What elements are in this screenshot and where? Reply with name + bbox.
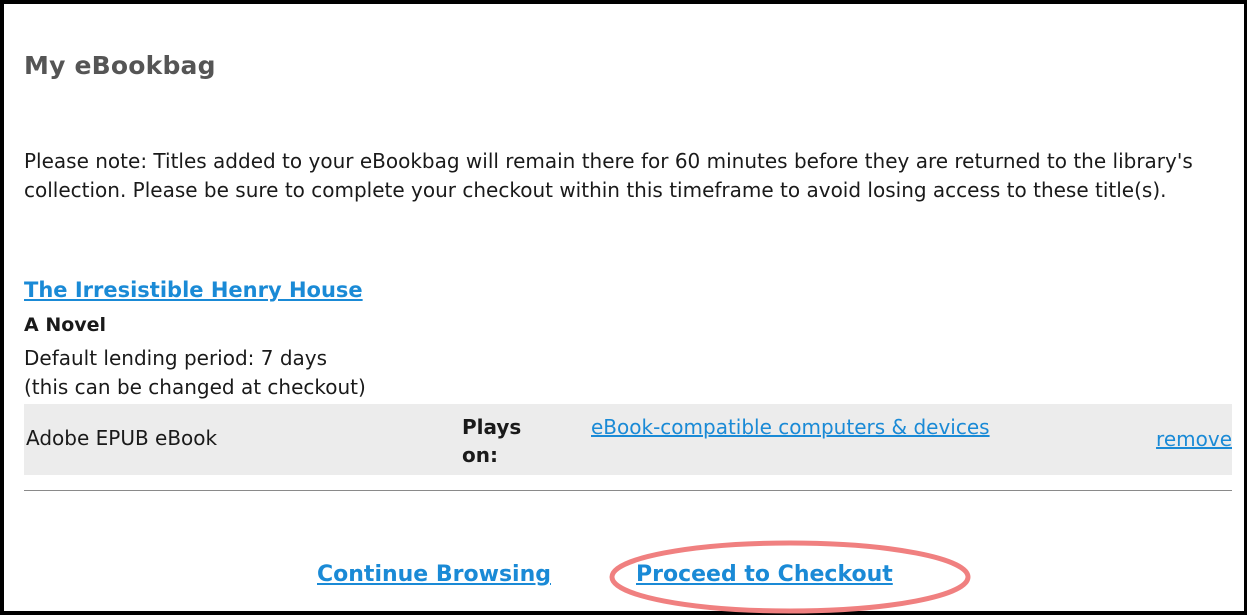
ebookbag-panel: My eBookbag Please note: Titles added to… [0, 0, 1247, 615]
plays-on-label: Plays on: [462, 415, 522, 467]
book-subtitle: A Novel [24, 314, 107, 336]
remove-item-link[interactable]: remove [1156, 427, 1232, 451]
format-row: Adobe EPUB eBook Plays on: eBook-compatib… [24, 404, 1232, 475]
page-title: My eBookbag [24, 51, 216, 80]
proceed-to-checkout-link[interactable]: Proceed to Checkout [636, 562, 893, 587]
compatible-devices-link[interactable]: eBook-compatible computers & devices [591, 413, 1031, 441]
lending-period-note: (this can be changed at checkout) [24, 375, 366, 399]
lending-period: Default lending period: 7 days [24, 346, 328, 370]
divider [24, 490, 1232, 491]
book-title-link[interactable]: The Irresistible Henry House [24, 278, 363, 302]
continue-browsing-link[interactable]: Continue Browsing [317, 562, 551, 587]
format-name: Adobe EPUB eBook [26, 426, 218, 450]
lending-info: Default lending period: 7 days (this can… [24, 344, 366, 402]
retention-note: Please note: Titles added to your eBookb… [24, 149, 1193, 202]
